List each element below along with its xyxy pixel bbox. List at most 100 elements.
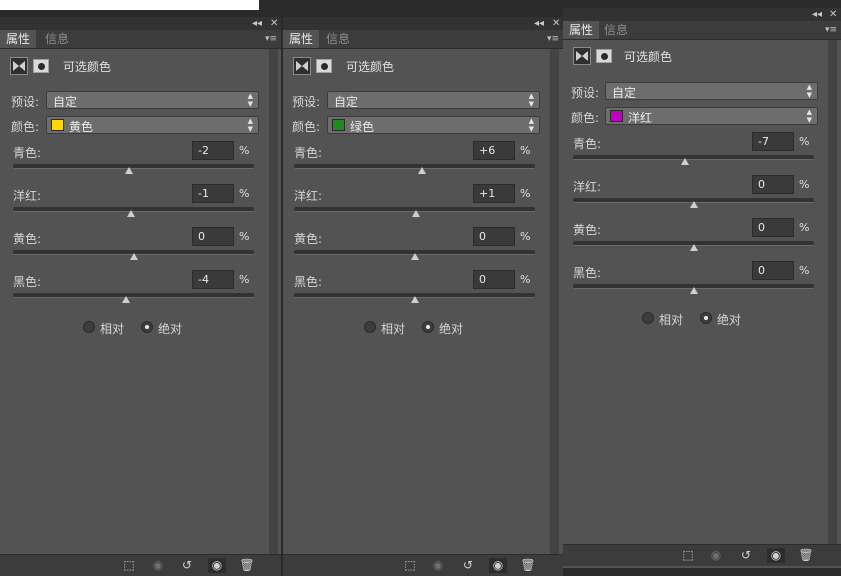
close-icon[interactable]: ✕ bbox=[552, 17, 560, 30]
absolute-radio[interactable] bbox=[422, 321, 434, 333]
cyan-slider-thumb[interactable] bbox=[124, 167, 133, 174]
percent-sign: % bbox=[799, 264, 810, 277]
cyan-slider-track[interactable] bbox=[294, 164, 535, 169]
tab-properties[interactable]: 属性 bbox=[0, 30, 37, 48]
colors-dropdown[interactable]: 洋红 ▲ ▼ bbox=[605, 107, 818, 125]
colors-value: 洋红 bbox=[628, 111, 653, 125]
visibility-eye-icon[interactable]: ◉ bbox=[489, 558, 507, 573]
magenta-input[interactable]: 0 bbox=[752, 175, 794, 194]
magenta-slider-thumb[interactable] bbox=[689, 201, 698, 208]
visibility-eye-icon[interactable]: ◉ bbox=[208, 558, 226, 573]
relative-radio[interactable] bbox=[364, 321, 376, 333]
clip-to-layer-icon[interactable]: ⬚ bbox=[120, 558, 138, 573]
panel-title-bar: ◂◂ ✕ bbox=[563, 8, 841, 21]
relative-radio[interactable] bbox=[83, 321, 95, 333]
yellow-slider-thumb[interactable] bbox=[689, 244, 698, 251]
magenta-input[interactable]: +1 bbox=[473, 184, 515, 203]
properties-panel-magenta: ◂◂ ✕ 属性 信息 ▾≡ 可选颜色 预设: 自定 ▲ ▼ 颜色: 洋红 ▲ ▼ 青… bbox=[563, 8, 841, 568]
panel-menu-icon[interactable]: ▾≡ bbox=[547, 30, 559, 48]
tab-properties[interactable]: 属性 bbox=[563, 21, 600, 39]
black-input[interactable]: 0 bbox=[473, 270, 515, 289]
trash-icon[interactable]: 🗑 bbox=[519, 558, 537, 573]
yellow-input[interactable]: 0 bbox=[752, 218, 794, 237]
clip-to-layer-icon[interactable]: ⬚ bbox=[401, 558, 419, 573]
yellow-input[interactable]: 0 bbox=[473, 227, 515, 246]
absolute-radio[interactable] bbox=[700, 312, 712, 324]
relative-radio[interactable] bbox=[642, 312, 654, 324]
cyan-slider-thumb[interactable] bbox=[681, 158, 690, 165]
cyan-input[interactable]: -7 bbox=[752, 132, 794, 151]
colors-dropdown[interactable]: 绿色 ▲ ▼ bbox=[327, 116, 540, 134]
cyan-slider-thumb[interactable] bbox=[417, 167, 426, 174]
tab-info[interactable]: 信息 bbox=[598, 21, 634, 39]
tab-info[interactable]: 信息 bbox=[39, 30, 75, 48]
magenta-input[interactable]: -1 bbox=[192, 184, 234, 203]
cyan-value: -7 bbox=[758, 135, 769, 148]
black-slider-thumb[interactable] bbox=[410, 296, 419, 303]
cyan-label: 青色: bbox=[573, 137, 602, 151]
absolute-radio[interactable] bbox=[141, 321, 153, 333]
absolute-label: 绝对 bbox=[717, 313, 742, 327]
percent-sign: % bbox=[239, 144, 250, 157]
black-slider-thumb[interactable] bbox=[122, 296, 131, 303]
close-icon[interactable]: ✕ bbox=[270, 17, 278, 30]
magenta-slider-thumb[interactable] bbox=[127, 210, 136, 217]
view-previous-state-icon[interactable]: ◉ bbox=[149, 558, 167, 573]
panel-menu-icon[interactable]: ▾≡ bbox=[825, 21, 837, 39]
black-slider-thumb[interactable] bbox=[689, 287, 698, 294]
layer-mask-icon[interactable] bbox=[33, 59, 49, 73]
view-previous-state-icon[interactable]: ◉ bbox=[707, 548, 725, 563]
properties-panel-yellow: ◂◂ ✕ 属性 信息 ▾≡ 可选颜色 预设: 自定 ▲ ▼ 颜色: 黄色 ▲ ▼ 青… bbox=[0, 17, 281, 576]
reset-icon[interactable]: ↺ bbox=[737, 548, 755, 563]
cyan-slider-track[interactable] bbox=[573, 155, 814, 160]
cyan-input[interactable]: +6 bbox=[473, 141, 515, 160]
clip-to-layer-icon[interactable]: ⬚ bbox=[679, 548, 697, 563]
tab-info[interactable]: 信息 bbox=[320, 30, 356, 48]
percent-sign: % bbox=[239, 230, 250, 243]
percent-sign: % bbox=[239, 187, 250, 200]
magenta-slider-thumb[interactable] bbox=[411, 210, 420, 217]
adjustment-layer-icon[interactable] bbox=[293, 57, 311, 75]
scrollbar[interactable] bbox=[269, 49, 278, 555]
collapse-icon[interactable]: ◂◂ bbox=[534, 17, 544, 30]
adjustment-layer-icon[interactable] bbox=[10, 57, 28, 75]
preset-dropdown[interactable]: 自定 ▲ ▼ bbox=[605, 82, 818, 100]
black-input[interactable]: -4 bbox=[192, 270, 234, 289]
collapse-icon[interactable]: ◂◂ bbox=[812, 8, 822, 21]
trash-icon[interactable]: 🗑 bbox=[797, 548, 815, 563]
layer-mask-icon[interactable] bbox=[316, 59, 332, 73]
color-swatch bbox=[51, 119, 64, 131]
adjustment-layer-icon[interactable] bbox=[573, 47, 591, 65]
black-slider-track[interactable] bbox=[13, 293, 254, 298]
relative-label: 相对 bbox=[100, 322, 125, 336]
magenta-label: 洋红: bbox=[13, 189, 42, 203]
cyan-slider-track[interactable] bbox=[13, 164, 254, 169]
collapse-icon[interactable]: ◂◂ bbox=[252, 17, 262, 30]
panel-bottom-toolbar: ⬚ ◉ ↺ ◉ 🗑 bbox=[0, 554, 281, 576]
preset-dropdown[interactable]: 自定 ▲ ▼ bbox=[327, 91, 540, 109]
trash-icon[interactable]: 🗑 bbox=[238, 558, 256, 573]
yellow-value: 0 bbox=[479, 230, 486, 243]
yellow-slider-thumb[interactable] bbox=[129, 253, 138, 260]
reset-icon[interactable]: ↺ bbox=[459, 558, 477, 573]
dropdown-arrows-icon: ▲ ▼ bbox=[528, 92, 534, 108]
visibility-eye-icon[interactable]: ◉ bbox=[767, 548, 785, 563]
reset-icon[interactable]: ↺ bbox=[178, 558, 196, 573]
panel-menu-icon[interactable]: ▾≡ bbox=[265, 30, 277, 48]
colors-dropdown[interactable]: 黄色 ▲ ▼ bbox=[46, 116, 259, 134]
scrollbar[interactable] bbox=[550, 49, 559, 555]
layer-mask-icon[interactable] bbox=[596, 49, 612, 63]
close-icon[interactable]: ✕ bbox=[829, 8, 837, 21]
tab-bar: 属性 信息 ▾≡ bbox=[563, 21, 841, 40]
black-input[interactable]: 0 bbox=[752, 261, 794, 280]
scrollbar[interactable] bbox=[828, 40, 837, 545]
preset-label: 预设: bbox=[292, 95, 321, 109]
yellow-input[interactable]: 0 bbox=[192, 227, 234, 246]
tab-bar: 属性 信息 ▾≡ bbox=[283, 30, 563, 49]
cyan-input[interactable]: -2 bbox=[192, 141, 234, 160]
view-previous-state-icon[interactable]: ◉ bbox=[429, 558, 447, 573]
tab-properties[interactable]: 属性 bbox=[283, 30, 320, 48]
yellow-slider-thumb[interactable] bbox=[410, 253, 419, 260]
percent-sign: % bbox=[520, 273, 531, 286]
preset-dropdown[interactable]: 自定 ▲ ▼ bbox=[46, 91, 259, 109]
